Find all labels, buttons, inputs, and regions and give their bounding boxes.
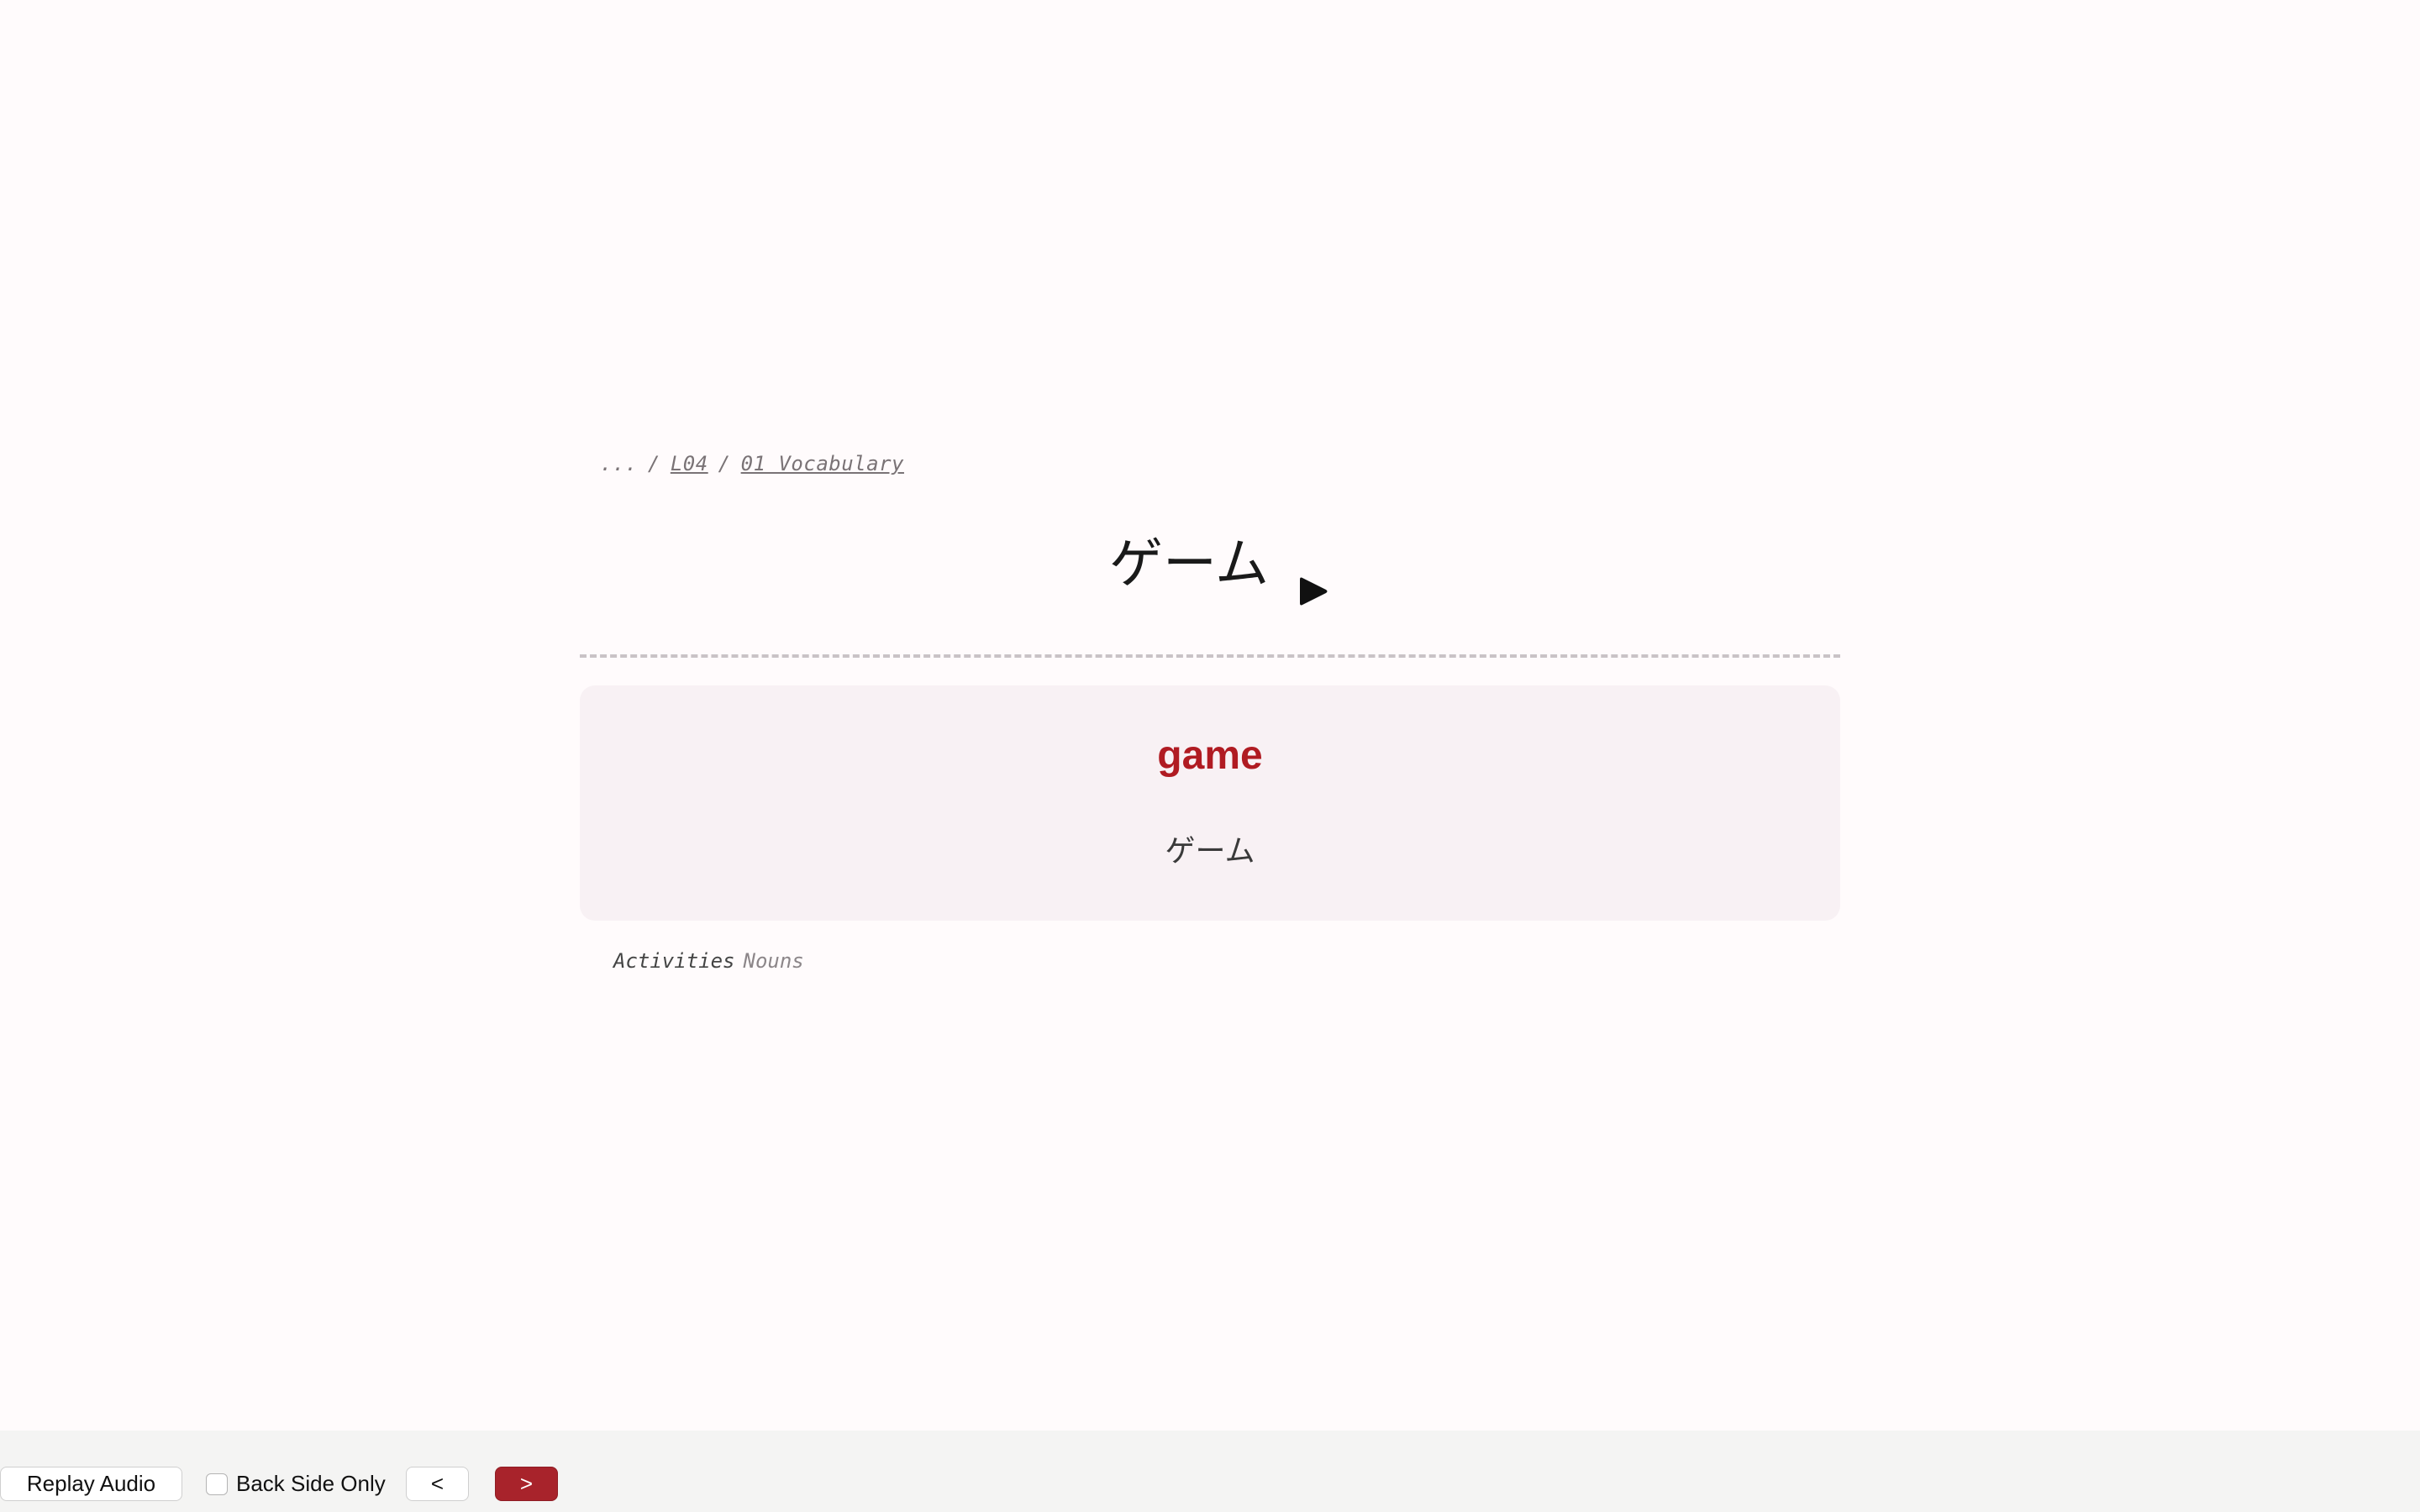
breadcrumb-link-lesson[interactable]: L04 <box>671 452 708 475</box>
card-front: ゲーム <box>580 522 1840 605</box>
card-divider <box>580 654 1840 658</box>
tag-activities: Activities <box>613 949 735 973</box>
back-side-only-toggle[interactable]: Back Side Only <box>206 1467 386 1501</box>
play-icon[interactable] <box>1297 553 1331 605</box>
reading-text: ゲーム <box>1165 834 1255 869</box>
meaning-text: game <box>1157 733 1263 778</box>
card-back: game ゲーム <box>580 685 1840 921</box>
breadcrumb-separator: / <box>718 452 731 475</box>
review-toolbar: Replay Audio Back Side Only < > <box>0 1431 2420 1512</box>
breadcrumb-link-vocabulary[interactable]: 01 Vocabulary <box>741 452 904 475</box>
front-word: ゲーム <box>1108 533 1270 596</box>
tag-list: Activities Nouns <box>613 949 804 973</box>
replay-audio-button[interactable]: Replay Audio <box>0 1467 182 1501</box>
tag-nouns: Nouns <box>743 949 804 973</box>
breadcrumb: ... / L04 / 01 Vocabulary <box>600 452 904 475</box>
back-side-only-label: Back Side Only <box>236 1471 386 1496</box>
previous-card-button[interactable]: < <box>406 1467 469 1501</box>
next-card-button[interactable]: > <box>495 1467 558 1501</box>
back-side-only-checkbox[interactable] <box>206 1473 228 1495</box>
breadcrumb-separator: / <box>647 452 660 475</box>
breadcrumb-ellipsis: ... <box>600 452 638 475</box>
